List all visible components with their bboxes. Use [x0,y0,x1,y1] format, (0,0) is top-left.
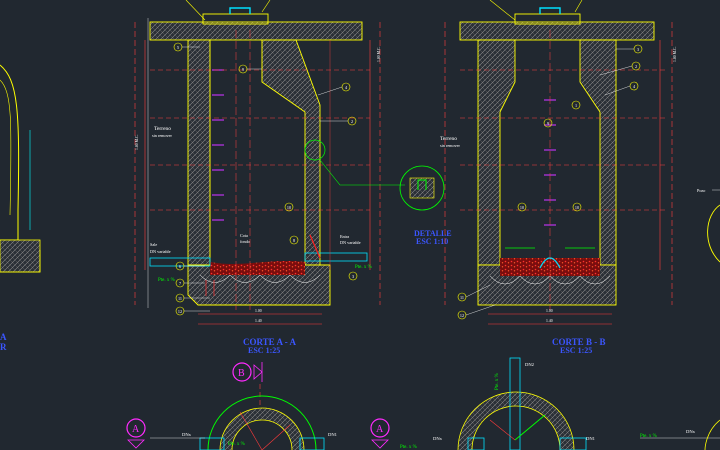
section-a-steps [212,69,224,221]
plan-far-dn: DNx [686,429,696,434]
plan-b-dn2: DN2 [525,362,535,367]
plan-a-dn-left: DNx [182,432,192,437]
section-a-dim-inner: 1.00 [255,309,262,313]
callout-a-2: 2 [351,119,353,124]
section-a-height-label-left: 1.80 M.C. [135,135,139,150]
section-a-cover-lid [229,7,251,14]
callout-a-6: 6 [179,264,181,269]
section-b-dim-inner: 1.00 [546,309,553,313]
section-b-left-wall [477,39,516,266]
section-b-terreno-label: Terreno [440,136,457,142]
callout-b-11: 11 [460,295,464,300]
section-marker-a-right-label: A [376,424,384,435]
plan-b-dn1: DN1 [586,436,596,441]
left-fragment-caption-1: A [0,332,7,342]
callout-a-3: 3 [352,274,354,279]
callout-a-10: 10 [287,205,291,210]
section-a-levels [150,69,370,211]
section-a-fondo-label: fondo [240,239,250,244]
callout-a-4: 4 [345,85,348,90]
callout-b-2: 2 [635,64,637,69]
section-a-entra-label: Entra [340,234,349,239]
section-a-slab [149,21,363,41]
section-b-right-wall [579,39,617,266]
section-a-sin-remover-label: sin remover [152,133,172,138]
section-b-slab [459,21,655,41]
callout-a-5: 5 [177,45,179,50]
section-b-sin-remover-label: sin remover [440,143,460,148]
section-marker-b-label: B [238,368,245,379]
left-fragment: A R [0,64,41,352]
detail-scale: ESC 1:10 [416,237,448,246]
section-a-terreno-label: Terreno [154,126,171,132]
section-a-sale-label: Sale [150,242,157,247]
callout-b-12: 12 [460,313,464,318]
plan-a-slope: Pte. x % [228,442,245,447]
right-fragment: Pozo [697,188,720,263]
section-a-dn-variable-label: DN variable [150,249,171,254]
detail: DETALLE ESC 1:10 [399,165,452,246]
callout-b-10: 10 [520,205,524,210]
plan-b-slope-vertical: Pte. x % [495,373,500,390]
section-a: 1.80 M.C. 1.80 M.C. 1.00 1.40 Terreno si… [134,0,405,355]
plan-a-dn-right: DN1 [328,432,338,437]
plan-far-slope: Pte. x % [640,434,657,439]
section-a-right-wall [261,39,321,266]
section-a-slope-right: Pte. x % [355,265,372,270]
section-marker-a-left-label: A [132,424,140,435]
section-a-left-wall [187,39,211,266]
callout-a-12: 12 [178,309,182,314]
section-a-dim-outer: 1.40 [255,319,262,323]
callout-b-10b: 10 [575,205,579,210]
section-b: 1.80 M.C. 1.00 1.40 Terreno sin remover … [440,0,677,355]
section-b-scale: ESC 1:25 [560,346,592,355]
callout-b-4: 4 [633,84,636,89]
section-b-height-label: 1.80 M.C. [673,47,677,62]
plan-views: B A A DNx DN1 Pte. x % DN2 DN1 DNx Pte. … [126,357,720,450]
callout-a-11: 11 [178,296,182,301]
plan-b-slope-left: Pte. x % [400,445,417,450]
callout-b-1: 1 [575,103,577,108]
cad-drawing-canvas: A R 1.80 M.C. 1.80 M.C. 1.00 1.40 Terren… [0,0,720,450]
section-a-cota-label: Cota [240,233,248,238]
left-fragment-caption-2: R [0,342,7,352]
plan-b-dnx: DNx [433,436,443,441]
callout-a-8: 8 [293,238,295,243]
section-a-slope-left: Pte. x % [158,278,175,283]
section-b-dim-outer: 1.40 [546,319,553,323]
callout-b-3: 3 [637,47,639,52]
section-a-bed [210,261,305,275]
section-a-height-label-right: 1.80 M.C. [377,47,381,62]
callout-a-9: 9 [242,67,244,72]
section-b-cover-lid [539,7,561,14]
callout-b-9: 9 [547,121,549,126]
left-fragment-base [0,239,41,273]
section-a-entra-dn-label: DN variable [340,240,361,245]
callout-a-7: 7 [179,281,181,286]
section-a-scale: ESC 1:25 [248,346,280,355]
right-fragment-label: Pozo [697,188,705,193]
